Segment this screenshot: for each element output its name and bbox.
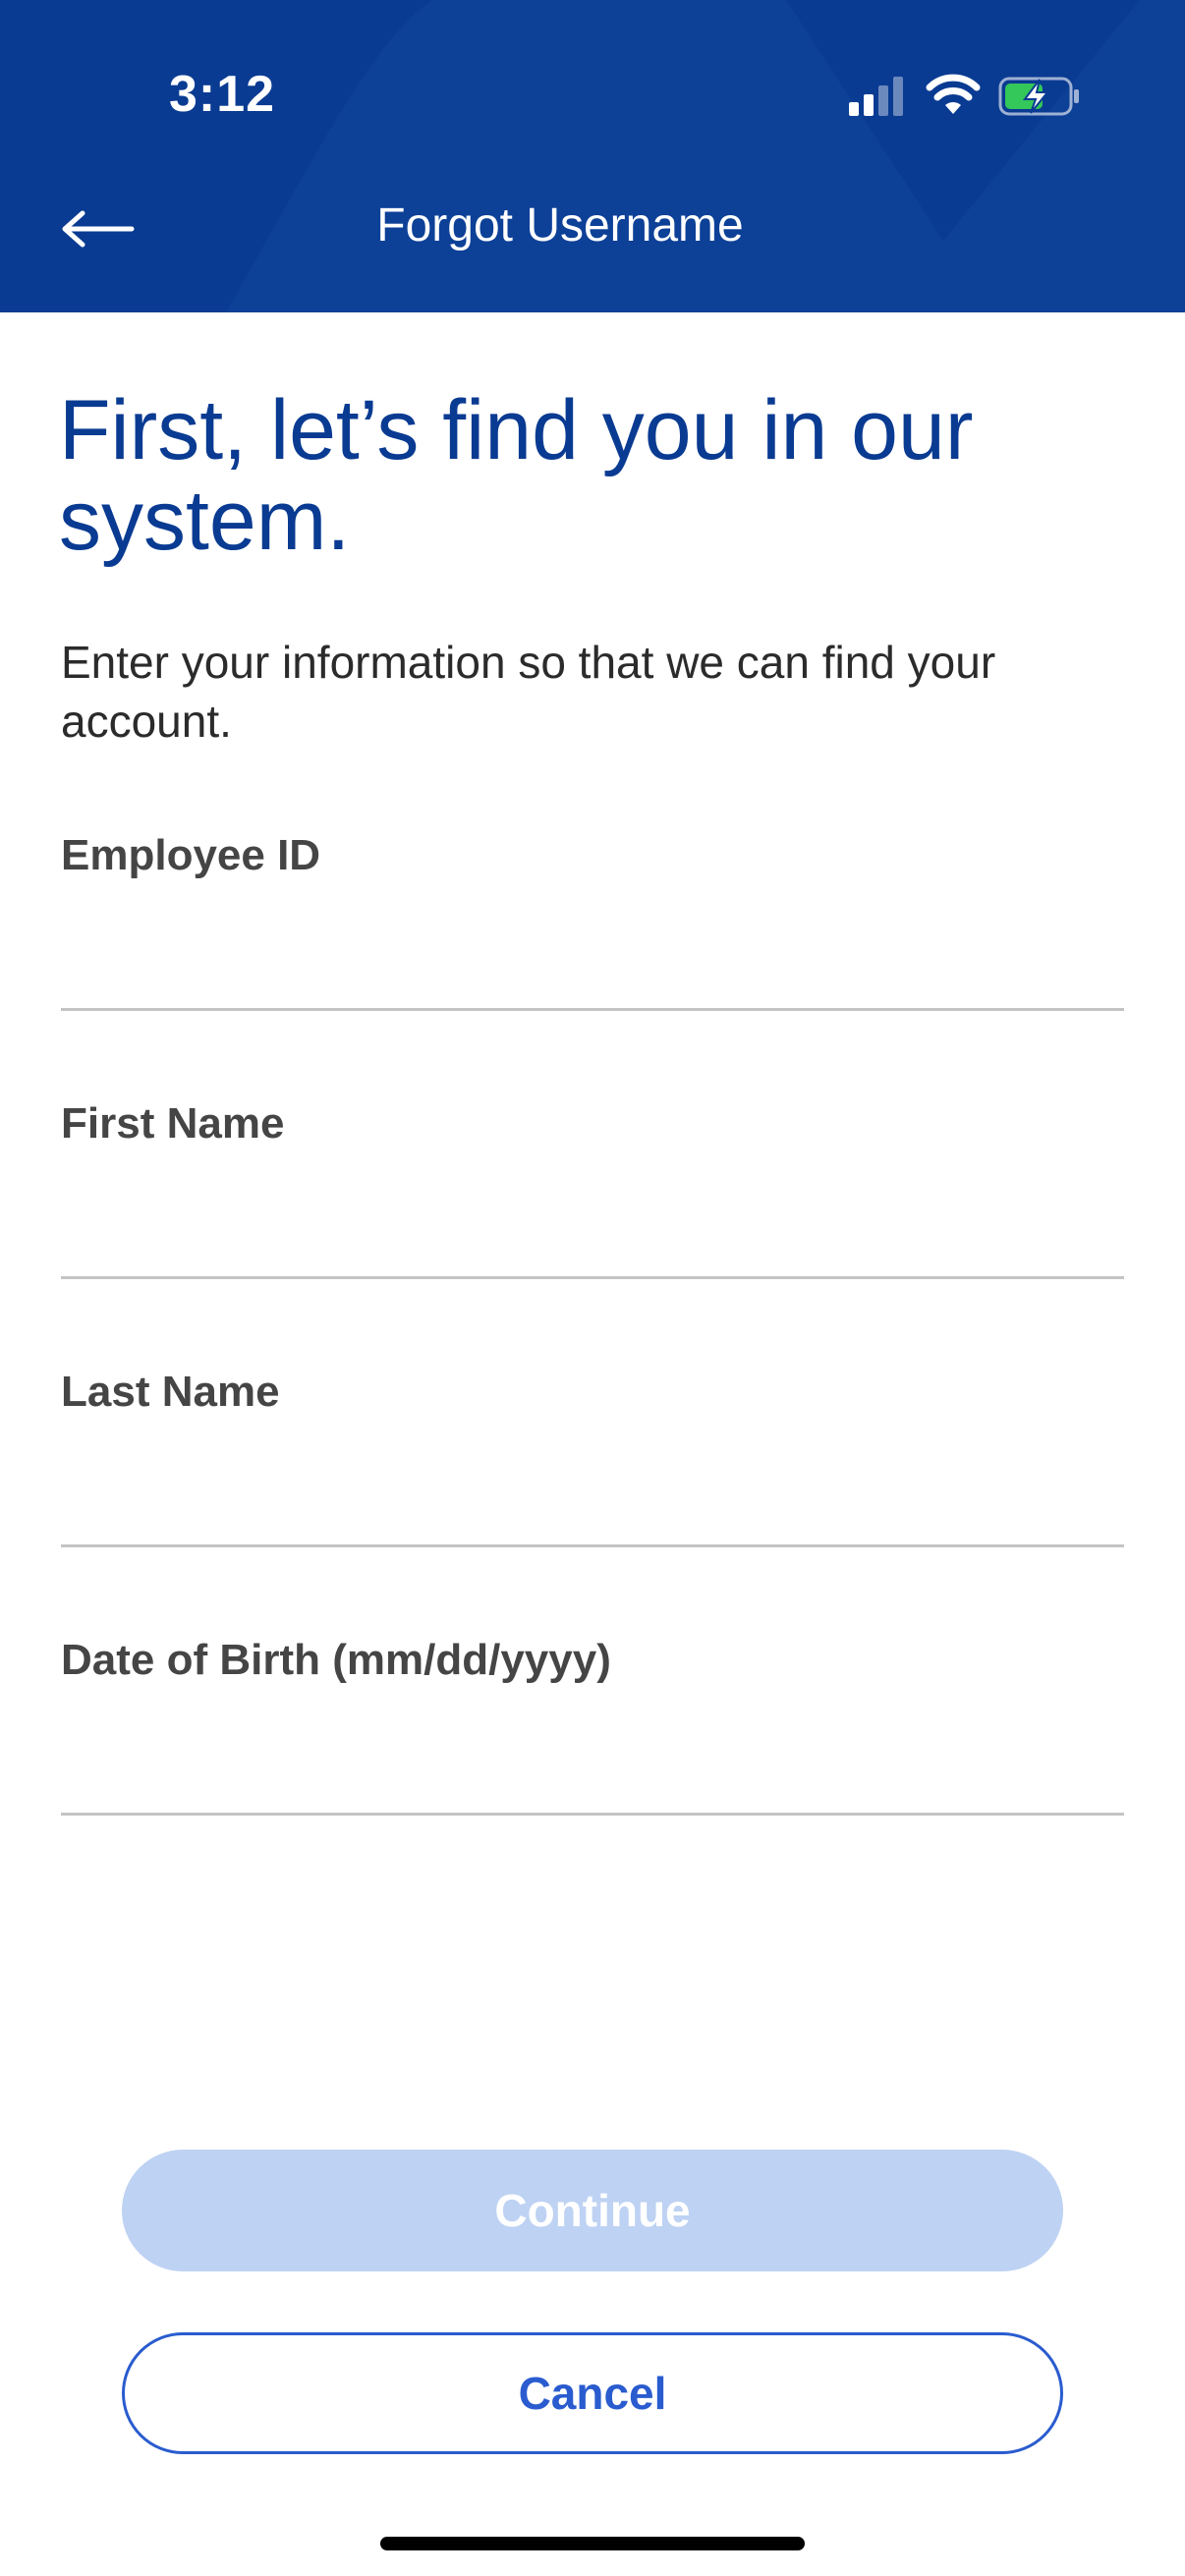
battery-charging-icon bbox=[998, 77, 1079, 116]
last-name-input[interactable] bbox=[61, 1446, 1128, 1527]
app-header: 3:12 Forgot Username bbox=[0, 0, 1185, 312]
continue-button[interactable]: Continue bbox=[122, 2150, 1063, 2271]
employee-id-field: Employee ID bbox=[61, 831, 1128, 1011]
first-name-input[interactable] bbox=[61, 1178, 1128, 1259]
header-background-graphic bbox=[226, 0, 1185, 312]
last-name-label: Last Name bbox=[61, 1368, 280, 1416]
intro-text: Enter your information so that we can fi… bbox=[61, 637, 996, 747]
date-of-birth-field: Date of Birth (mm/dd/yyyy) bbox=[61, 1636, 1128, 1816]
headline: First, let’s find you in our system. bbox=[59, 383, 974, 568]
last-name-field: Last Name bbox=[61, 1368, 1128, 1547]
signal-icon bbox=[849, 77, 903, 116]
status-bar-time: 3:12 bbox=[169, 66, 276, 123]
page-title: Forgot Username bbox=[376, 199, 744, 252]
first-name-field: First Name bbox=[61, 1099, 1128, 1279]
cancel-button[interactable]: Cancel bbox=[122, 2332, 1063, 2454]
first-name-label: First Name bbox=[61, 1099, 285, 1148]
home-indicator[interactable] bbox=[380, 2537, 805, 2550]
date-of-birth-input[interactable] bbox=[61, 1714, 1128, 1795]
wifi-icon bbox=[926, 74, 981, 114]
employee-id-input[interactable] bbox=[61, 910, 1128, 990]
date-of-birth-label: Date of Birth (mm/dd/yyyy) bbox=[61, 1636, 611, 1684]
employee-id-label: Employee ID bbox=[61, 831, 321, 879]
